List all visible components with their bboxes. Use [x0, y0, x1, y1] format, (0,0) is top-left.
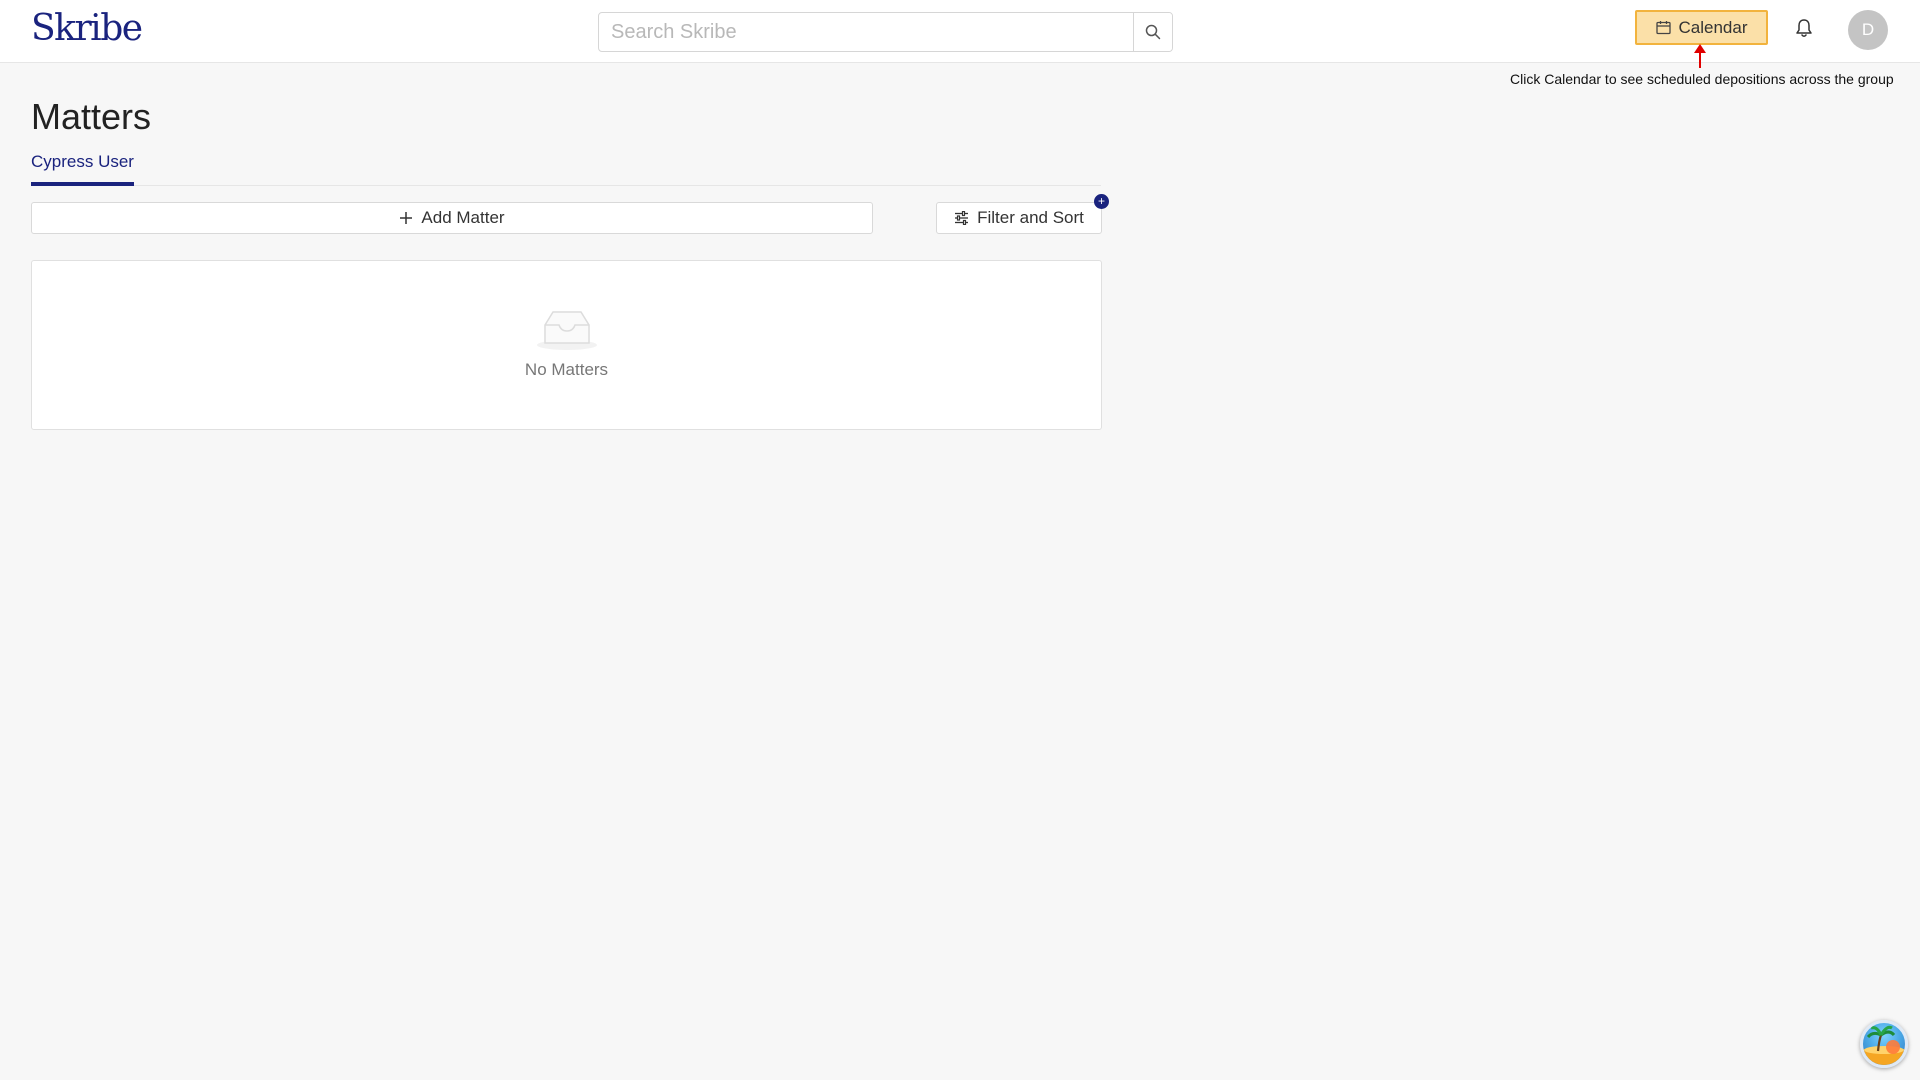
calendar-button-label: Calendar [1678, 17, 1748, 37]
add-matter-button[interactable]: Add Matter [31, 202, 873, 234]
calendar-icon [1655, 21, 1671, 35]
calendar-hint-text: Click Calendar to see scheduled depositi… [1510, 71, 1894, 87]
inbox-icon [537, 311, 597, 350]
palm-tree-icon [1863, 1025, 1905, 1065]
sliders-icon [955, 211, 969, 225]
skribe-logo[interactable]: Skribe [31, 8, 143, 50]
filter-badge: + [1094, 194, 1109, 209]
user-avatar[interactable]: D [1848, 10, 1888, 50]
matters-list-panel: No Matters [31, 260, 1102, 430]
filter-and-sort-button[interactable]: Filter and Sort [936, 202, 1102, 234]
assistant-fab[interactable] [1860, 1020, 1908, 1068]
top-header: Skribe Calendar D [0, 0, 1920, 63]
avatar-initial: D [1861, 20, 1875, 39]
empty-state-text: No Matters [524, 360, 609, 379]
calendar-button[interactable]: Calendar [1635, 10, 1768, 45]
plus-icon [400, 212, 413, 224]
search-icon [1145, 24, 1161, 40]
filter-and-sort-label: Filter and Sort [977, 208, 1084, 227]
search-input[interactable] [599, 13, 1133, 51]
hint-arrow-icon [1694, 44, 1706, 68]
bell-icon [1796, 19, 1812, 37]
notifications-button[interactable] [1792, 15, 1816, 41]
page-title: Matters [31, 96, 152, 137]
add-matter-label: Add Matter [421, 208, 505, 227]
matter-tabs: Cypress User [31, 150, 1101, 186]
search-bar [598, 12, 1173, 52]
search-button[interactable] [1133, 13, 1172, 51]
tab-cypress-user[interactable]: Cypress User [31, 150, 134, 186]
